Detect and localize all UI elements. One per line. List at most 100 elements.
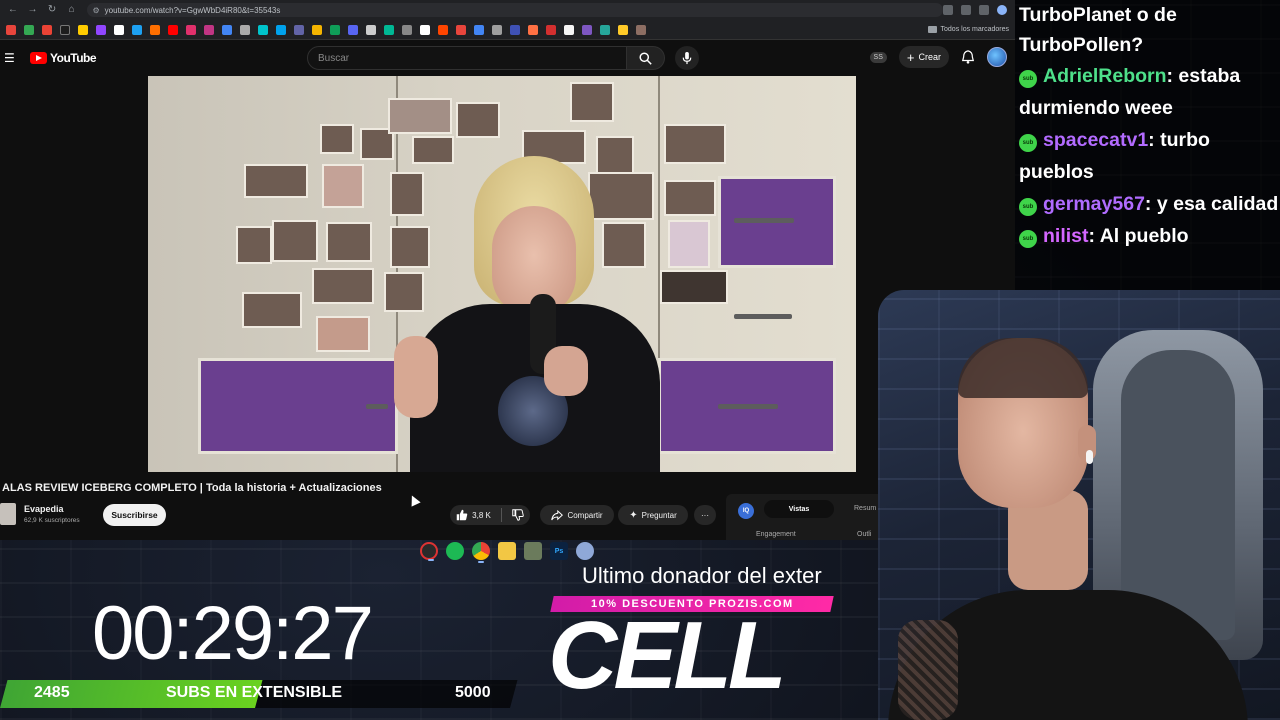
video-player[interactable] [148,76,856,472]
wall-photo [390,226,430,268]
bookmark-icon[interactable] [78,24,88,35]
bookmark-icon[interactable] [330,24,340,35]
forward-icon[interactable]: → [26,3,40,17]
bookmark-icon[interactable] [456,24,466,35]
file-explorer-icon[interactable] [498,542,516,560]
last-donor-name: CELL [548,602,787,709]
chat-message-text: : Al pueblo [1088,225,1189,247]
wall-photo [390,172,424,216]
channel-name[interactable]: Evapedia [24,504,64,514]
bookmark-icon[interactable] [420,24,430,35]
youtube-logo[interactable]: YouTube [30,51,97,65]
webcam-feed [878,290,1280,720]
bookmark-icon[interactable] [240,24,250,35]
create-button[interactable]: + Crear [898,46,949,68]
arm-tattoo [898,620,958,720]
bookmark-icon[interactable] [114,24,124,35]
app-icon[interactable] [576,542,594,560]
account-avatar[interactable] [987,47,1007,67]
more-actions-button[interactable]: ··· [694,505,716,525]
bookmark-icon[interactable] [132,24,142,35]
extension-icon[interactable] [979,5,989,15]
divider [500,508,502,522]
ss-badge[interactable]: SS [869,51,887,63]
bookmark-icon[interactable] [402,24,412,35]
search-button[interactable] [627,46,665,70]
chat-message-text: TurboPlanet o de TurboPollen? [1019,4,1177,56]
bookmark-icon[interactable] [150,24,160,35]
bookmark-icon[interactable] [528,24,538,35]
photoshop-icon[interactable]: Ps [550,542,568,560]
bookmark-icon[interactable] [258,24,268,35]
search-icon [639,51,652,65]
bookmarks-bar: Todos los marcadores [0,20,1015,40]
bookmark-icon[interactable] [366,24,376,35]
taskbar: Ps [420,542,594,563]
extension-icon[interactable] [961,5,971,15]
chat-message-text: : y esa calidad [1144,193,1279,215]
notifications-bell-icon[interactable] [961,50,975,64]
subscriber-badge-icon: sub [1019,70,1037,88]
bookmark-icon[interactable] [492,24,502,35]
bookmark-icon[interactable] [42,24,52,35]
bookmark-icon[interactable] [474,24,484,35]
chat-username[interactable]: spacecatv1 [1043,129,1148,151]
bookmark-icon[interactable] [312,24,322,35]
address-bar: ← → ↻ ⌂ ⚙ youtube.com/watch?v=GgwWbD4iR8… [0,0,1015,20]
bookmark-icon[interactable] [186,24,196,35]
bookmark-icon[interactable] [636,24,646,35]
chat-username[interactable]: germay567 [1043,193,1145,215]
share-icon [551,509,564,520]
bookmark-icon[interactable] [276,24,286,35]
bookmark-icon[interactable] [222,24,232,35]
tab-views[interactable]: Vistas [764,500,834,518]
bookmark-icon[interactable] [618,24,628,35]
reload-icon[interactable]: ↻ [45,3,59,17]
chat-username[interactable]: nilist [1043,225,1089,247]
like-icon[interactable] [456,509,468,521]
share-button[interactable]: Compartir [540,505,614,525]
bookmark-icon[interactable] [60,24,70,35]
spotify-icon[interactable] [446,542,464,560]
bookmark-icon[interactable] [546,24,556,35]
back-icon[interactable]: ← [6,3,20,17]
search-input[interactable] [307,46,627,70]
ask-label: Preguntar [641,510,677,520]
bookmark-icon[interactable] [6,24,16,35]
dislike-icon[interactable] [512,509,524,521]
bookmark-icon[interactable] [438,24,448,35]
wall-photo [668,220,710,268]
bookmark-icon[interactable] [564,24,574,35]
browser-toolbar [943,5,1007,15]
obs-icon[interactable] [420,542,438,561]
subscribe-button[interactable]: Suscribirse [103,504,166,526]
home-icon[interactable]: ⌂ [65,3,79,17]
menu-icon[interactable]: ☰ [4,51,16,65]
app-icon[interactable] [524,542,542,560]
site-info-icon[interactable]: ⚙ [93,6,100,15]
bookmark-icon[interactable] [204,24,214,35]
bookmark-icon[interactable] [600,24,610,35]
url-field[interactable]: ⚙ youtube.com/watch?v=GgwWbD4iR80&t=3554… [86,3,943,17]
bookmark-icon[interactable] [294,24,304,35]
wall-photo [664,180,716,216]
bookmark-icon[interactable] [24,24,34,35]
analytics-side-panel: IQ Vistas Resum Engagement Outli [726,494,881,540]
chrome-icon[interactable] [472,542,490,563]
channel-avatar[interactable] [0,503,16,525]
voice-search-button[interactable] [675,46,699,70]
all-bookmarks-folder[interactable]: Todos los marcadores [927,26,1009,33]
profile-icon[interactable] [997,5,1007,15]
chat-username[interactable]: AdrielReborn [1043,65,1167,87]
extension-icon[interactable] [943,5,953,15]
ask-button[interactable]: ✦ Preguntar [618,505,688,525]
bookmark-icon[interactable] [168,24,178,35]
vidiq-icon[interactable]: IQ [738,503,754,519]
tab-summary[interactable]: Resum [854,505,876,512]
bookmark-icon[interactable] [96,24,106,35]
bookmark-icon[interactable] [510,24,520,35]
bookmark-icon[interactable] [348,24,358,35]
like-count[interactable]: 3,8 K [472,511,491,520]
bookmark-icon[interactable] [582,24,592,35]
bookmark-icon[interactable] [384,24,394,35]
